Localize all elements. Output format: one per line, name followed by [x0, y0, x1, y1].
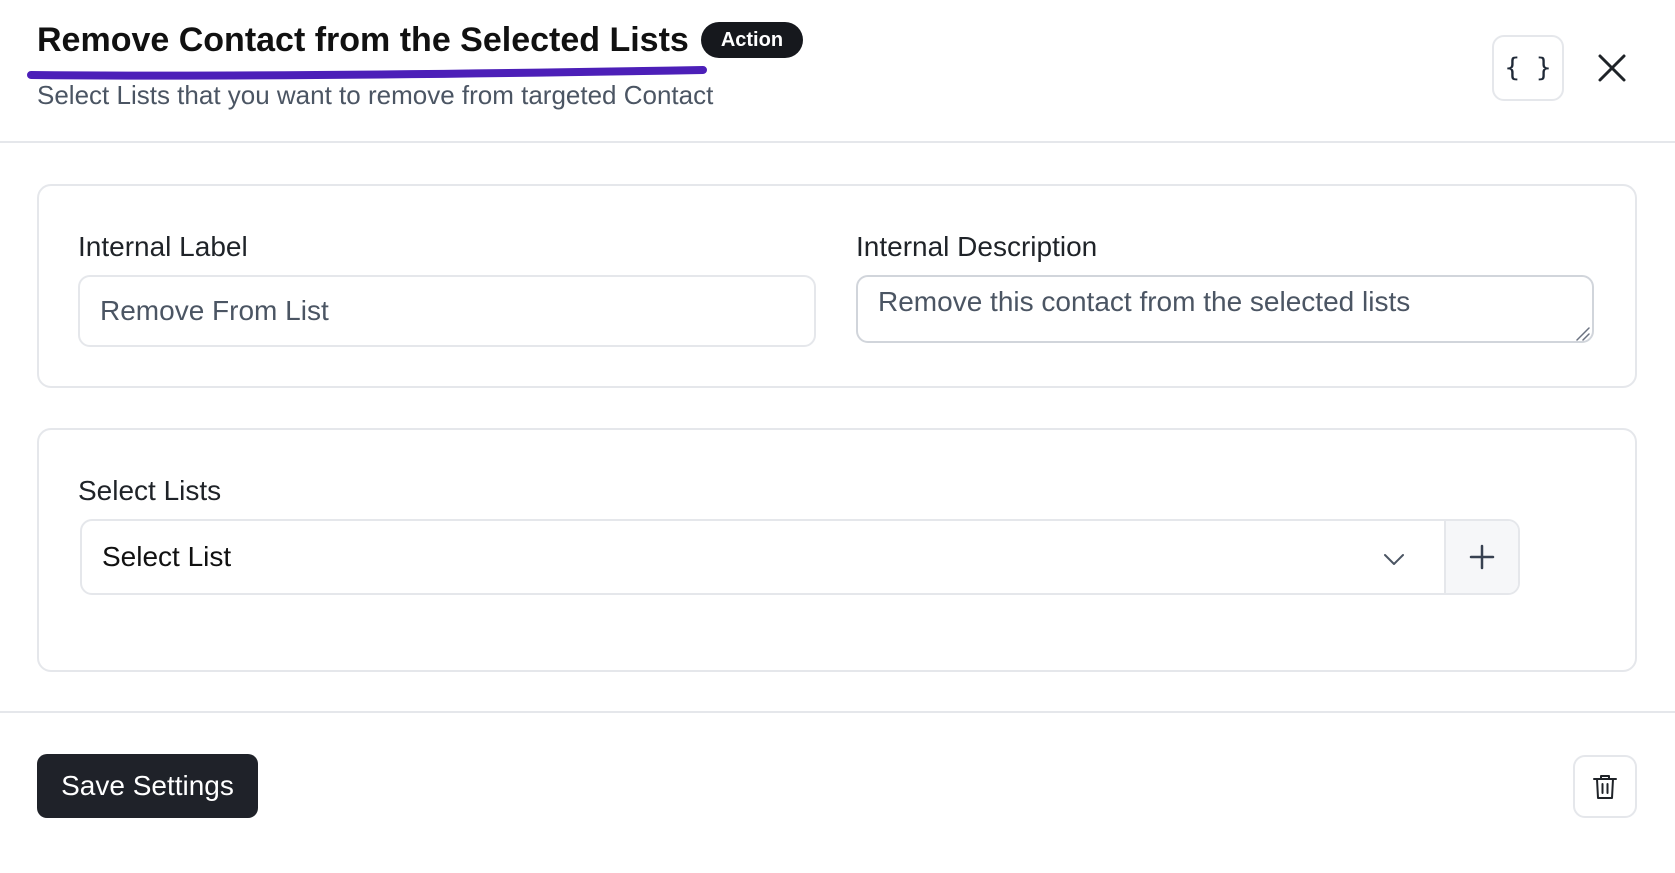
chevron-down-icon [1384, 554, 1404, 565]
lists-card: Select Lists Select List [37, 428, 1637, 672]
page-subtitle: Select Lists that you want to remove fro… [37, 80, 714, 110]
resize-grip-icon[interactable] [1574, 325, 1590, 341]
close-button[interactable] [1588, 44, 1636, 92]
page-title: Remove Contact from the Selected Lists [27, 18, 707, 80]
code-braces-icon: { } [1504, 53, 1552, 83]
internal-label-input[interactable] [78, 275, 816, 347]
save-settings-button[interactable]: Save Settings [37, 754, 258, 818]
title-row: Remove Contact from the Selected Lists A… [27, 18, 804, 80]
trash-icon [1593, 774, 1617, 799]
footer-divider [0, 711, 1675, 713]
settings-card: Internal Label Internal Description Remo… [37, 184, 1637, 388]
internal-label-heading: Internal Label [78, 231, 248, 262]
modal-header: Remove Contact from the Selected Lists A… [0, 0, 1675, 143]
smart-codes-button[interactable]: { } [1492, 35, 1564, 101]
delete-button[interactable] [1573, 755, 1637, 818]
internal-description-heading: Internal Description [856, 231, 1098, 262]
select-lists-heading: Select Lists [78, 475, 222, 506]
plus-icon [1469, 544, 1495, 570]
add-list-button[interactable] [1444, 521, 1518, 593]
list-select[interactable]: Select List [80, 519, 1520, 595]
list-select-trigger[interactable]: Select List [82, 521, 1444, 593]
list-select-value: Select List [102, 541, 232, 572]
internal-description-textarea[interactable]: Remove this contact from the selected li… [856, 275, 1594, 343]
action-badge: Action [700, 22, 804, 58]
page-title-text: Remove Contact from the Selected Lists [37, 21, 689, 59]
close-icon [1598, 54, 1626, 82]
